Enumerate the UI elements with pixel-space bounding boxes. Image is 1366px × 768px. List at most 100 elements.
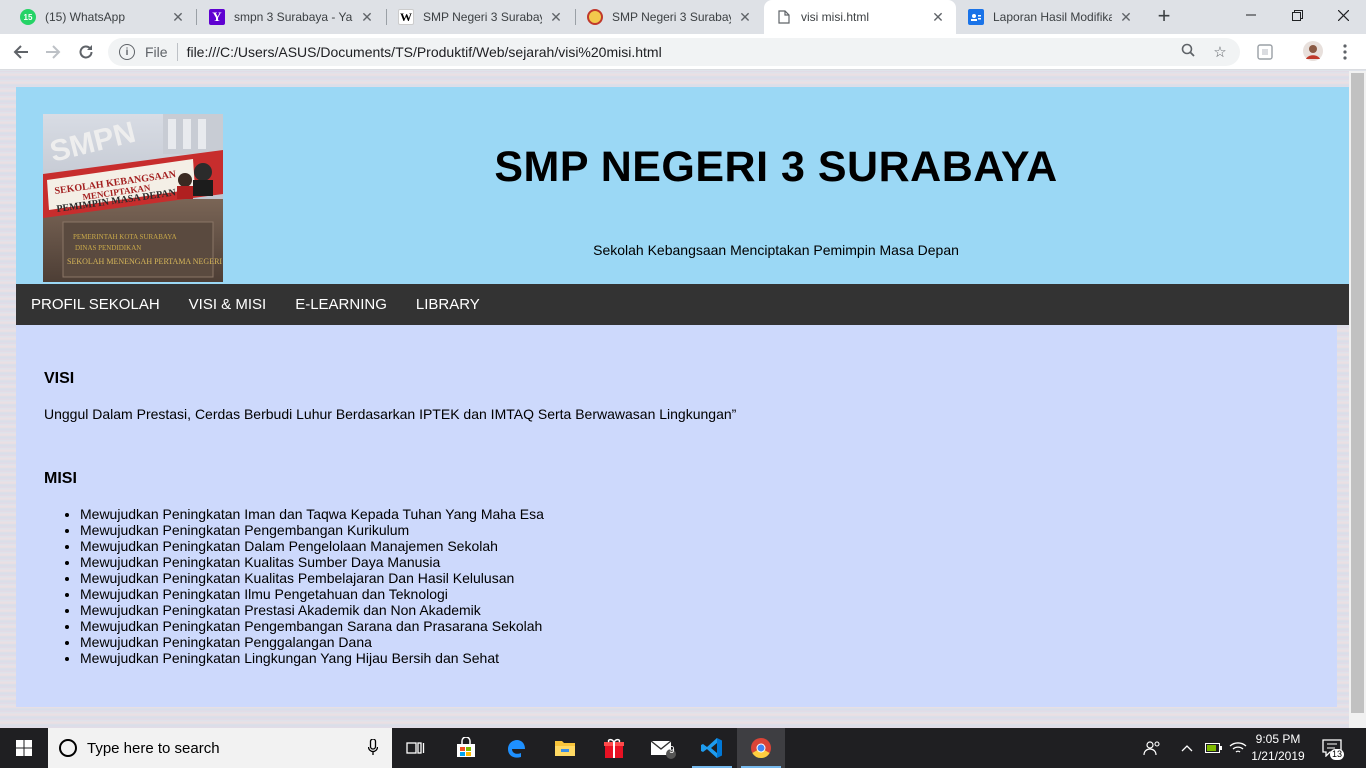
taskbar-edge[interactable]: [492, 728, 540, 768]
tab-title: (15) WhatsApp: [45, 10, 126, 24]
store-icon: [457, 737, 475, 757]
site-tagline: Sekolah Kebangsaan Menciptakan Pemimpin …: [593, 242, 959, 258]
list-item: Mewujudkan Peningkatan Iman dan Taqwa Ke…: [80, 506, 544, 522]
misi-list: Mewujudkan Peningkatan Iman dan Taqwa Ke…: [80, 506, 544, 666]
close-tab-icon[interactable]: ✕: [170, 9, 186, 25]
info-icon[interactable]: i: [119, 44, 135, 60]
zoom-icon[interactable]: [1176, 43, 1200, 61]
restore-button[interactable]: [1274, 0, 1320, 30]
windows-logo-icon: [16, 740, 32, 756]
visi-heading: VISI: [44, 370, 75, 387]
nav-library[interactable]: LIBRARY: [416, 296, 480, 313]
start-button[interactable]: [0, 728, 48, 768]
tab-title: visi misi.html: [801, 10, 869, 24]
taskbar-chrome[interactable]: [737, 728, 785, 768]
wifi-icon[interactable]: [1229, 728, 1247, 768]
yahoo-icon: Y: [209, 9, 225, 25]
minimize-icon: [1246, 14, 1256, 16]
list-item: Mewujudkan Peningkatan Prestasi Akademik…: [80, 602, 544, 618]
forward-button[interactable]: [41, 40, 65, 64]
main-content: VISI Unggul Dalam Prestasi, Cerdas Berbu…: [16, 325, 1337, 707]
gift-icon: [604, 738, 624, 758]
chrome-menu-icon[interactable]: [1336, 43, 1354, 61]
list-item: Mewujudkan Peningkatan Lingkungan Yang H…: [80, 650, 544, 666]
close-window-button[interactable]: [1320, 0, 1366, 30]
tab-visi-misi[interactable]: visi misi.html ✕: [764, 0, 956, 34]
chrome-icon: [751, 738, 771, 759]
list-item: Mewujudkan Peningkatan Penggalangan Dana: [80, 634, 544, 650]
url-scheme-label: File: [145, 44, 168, 60]
people-icon[interactable]: [1143, 728, 1161, 768]
taskbar-file-explorer[interactable]: [541, 728, 589, 768]
school-emblem-icon: [587, 9, 603, 25]
taskbar-store[interactable]: [442, 728, 490, 768]
list-item: Mewujudkan Peningkatan Kualitas Pembelaj…: [80, 570, 544, 586]
edge-icon: [508, 740, 525, 758]
page-viewport: SMPN PEMERINTAH KOTA SURABAYA DINAS PEND…: [0, 71, 1366, 728]
folder-icon: [555, 741, 575, 756]
nav-e-learning[interactable]: E-LEARNING: [295, 296, 387, 313]
list-item: Mewujudkan Peningkatan Kualitas Sumber D…: [80, 554, 544, 570]
nav-profil-sekolah[interactable]: PROFIL SEKOLAH: [31, 296, 160, 313]
back-arrow-icon: [13, 45, 28, 59]
tab-whatsapp[interactable]: 15 (15) WhatsApp ✕: [8, 0, 196, 34]
tab-title: smpn 3 Surabaya - Yahoo Search Results: [234, 10, 353, 24]
taskbar-vscode[interactable]: [688, 728, 736, 768]
close-tab-icon[interactable]: ✕: [359, 9, 375, 25]
close-tab-icon[interactable]: ✕: [548, 9, 564, 25]
show-hidden-icons[interactable]: [1181, 728, 1193, 768]
list-item: Mewujudkan Peningkatan Ilmu Pengetahuan …: [80, 586, 544, 602]
tab-wikipedia[interactable]: W SMP Negeri 3 Surabaya - Wikipedia ✕: [386, 0, 574, 34]
url-text[interactable]: file:///C:/Users/ASUS/Documents/TS/Produ…: [187, 44, 1176, 60]
address-bar[interactable]: i File file:///C:/Users/ASUS/Documents/T…: [108, 38, 1240, 66]
whatsapp-icon: 15: [20, 9, 36, 25]
task-view-button[interactable]: [392, 728, 440, 768]
system-clock[interactable]: 9:05 PM 1/21/2019: [1248, 731, 1308, 765]
tab-laporan[interactable]: Laporan Hasil Modifikasi ✕: [956, 0, 1144, 34]
site-title: SMP NEGERI 3 SURABAYA: [494, 143, 1058, 191]
close-tab-icon[interactable]: ✕: [737, 9, 753, 25]
task-view-icon: [406, 742, 425, 754]
svg-text:SEKOLAH MENENGAH PERTAMA NEGER: SEKOLAH MENENGAH PERTAMA NEGERI 3: [67, 257, 223, 266]
battery-icon[interactable]: [1205, 728, 1223, 768]
cortana-icon: [59, 739, 77, 757]
taskbar-gift-app[interactable]: [590, 728, 638, 768]
site-navigation: PROFIL SEKOLAH VISI & MISI E-LEARNING LI…: [16, 284, 1350, 325]
list-item: Mewujudkan Peningkatan Pengembangan Kuri…: [80, 522, 544, 538]
action-center-button[interactable]: 13: [1322, 728, 1345, 768]
profile-avatar[interactable]: [1303, 41, 1323, 61]
svg-text:PEMERINTAH KOTA SURABAYA: PEMERINTAH KOTA SURABAYA: [73, 233, 177, 241]
svg-text:DINAS PENDIDIKAN: DINAS PENDIDIKAN: [75, 244, 141, 252]
tab-title: SMP Negeri 3 Surabaya - Wikipedia: [423, 10, 542, 24]
list-item: Mewujudkan Peningkatan Pengembangan Sara…: [80, 618, 544, 634]
page-scrollbar[interactable]: [1349, 71, 1366, 728]
microphone-icon[interactable]: [367, 738, 379, 758]
minimize-button[interactable]: [1228, 0, 1274, 30]
taskbar-search[interactable]: Type here to search: [48, 728, 392, 768]
doc-icon: [968, 9, 984, 25]
browser-toolbar: i File file:///C:/Users/ASUS/Documents/T…: [0, 34, 1366, 70]
browser-tab-strip: 15 (15) WhatsApp ✕ Y smpn 3 Surabaya - Y…: [0, 0, 1366, 34]
school-photo: SMPN PEMERINTAH KOTA SURABAYA DINAS PEND…: [43, 114, 223, 282]
clock-time: 9:05 PM: [1255, 732, 1301, 746]
tab-smpn3[interactable]: SMP Negeri 3 Surabaya ✕: [575, 0, 763, 34]
extension-icon[interactable]: [1256, 43, 1274, 61]
new-tab-button[interactable]: +: [1152, 5, 1176, 29]
mail-badge: 9: [669, 745, 675, 756]
close-tab-icon[interactable]: ✕: [1118, 9, 1134, 25]
tab-title: Laporan Hasil Modifikasi: [993, 10, 1112, 24]
tab-yahoo[interactable]: Y smpn 3 Surabaya - Yahoo Search Results…: [197, 0, 385, 34]
reload-button[interactable]: [74, 40, 98, 64]
close-tab-icon[interactable]: ✕: [930, 9, 946, 25]
restore-icon: [1291, 9, 1303, 21]
nav-visi-misi[interactable]: VISI & MISI: [189, 296, 267, 313]
bookmark-star-icon[interactable]: ☆: [1208, 43, 1232, 61]
site-header: SMPN PEMERINTAH KOTA SURABAYA DINAS PEND…: [16, 87, 1350, 284]
back-button[interactable]: [9, 40, 33, 64]
taskbar-mail[interactable]: 9: [639, 728, 687, 768]
visi-text: Unggul Dalam Prestasi, Cerdas Berbudi Lu…: [44, 406, 737, 422]
scrollbar-thumb[interactable]: [1351, 73, 1364, 713]
vscode-icon: [701, 738, 722, 758]
forward-arrow-icon: [46, 45, 61, 59]
omnibox-divider: [176, 43, 178, 61]
